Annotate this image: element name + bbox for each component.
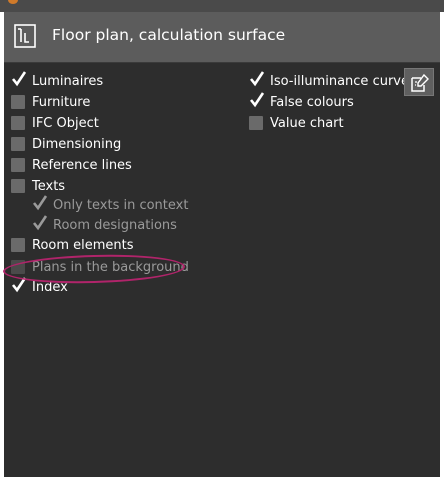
option-room-elements[interactable]: Room elements bbox=[11, 235, 134, 255]
checkmark-icon bbox=[32, 215, 48, 231]
option-label-luminaires: Luminaires bbox=[32, 73, 104, 89]
edit-settings-icon bbox=[411, 73, 429, 92]
option-label-iso-illuminance-curves: Iso-illuminance curves bbox=[270, 73, 416, 89]
option-iso-illuminance-curves[interactable]: Iso-illuminance curves bbox=[249, 71, 416, 91]
checkmark-icon bbox=[11, 71, 27, 87]
edit-settings-button[interactable] bbox=[404, 68, 434, 96]
checkbox-ifc-object[interactable] bbox=[11, 116, 25, 130]
option-texts[interactable]: Texts bbox=[11, 176, 65, 196]
option-reference-lines[interactable]: Reference lines bbox=[11, 155, 132, 175]
option-label-reference-lines: Reference lines bbox=[32, 157, 132, 173]
checkbox-reference-lines[interactable] bbox=[11, 158, 25, 172]
checkmark-icon bbox=[249, 92, 265, 108]
checkbox-iso-illuminance-curves[interactable] bbox=[249, 71, 265, 88]
option-luminaires[interactable]: Luminaires bbox=[11, 71, 103, 91]
checkbox-value-chart[interactable] bbox=[249, 116, 263, 130]
option-label-furniture: Furniture bbox=[32, 94, 91, 110]
panel-title: Floor plan, calculation surface bbox=[52, 26, 286, 44]
checkbox-furniture[interactable] bbox=[11, 95, 25, 109]
option-label-false-colours: False colours bbox=[270, 94, 354, 110]
checkbox-false-colours[interactable] bbox=[249, 92, 265, 109]
checkmark-icon bbox=[32, 195, 48, 211]
option-label-dimensioning: Dimensioning bbox=[32, 136, 122, 152]
checkbox-dimensioning[interactable] bbox=[11, 137, 25, 151]
floor-plan-icon bbox=[14, 24, 36, 48]
panel-header: Floor plan, calculation surface bbox=[4, 12, 440, 63]
checkbox-room-designations[interactable] bbox=[32, 215, 48, 232]
option-dimensioning[interactable]: Dimensioning bbox=[11, 134, 121, 154]
option-ifc-object[interactable]: IFC Object bbox=[11, 113, 99, 133]
checkmark-icon bbox=[249, 71, 265, 87]
option-label-value-chart: Value chart bbox=[270, 115, 344, 131]
option-label-room-elements: Room elements bbox=[32, 237, 134, 253]
window-accent-mark bbox=[8, 0, 18, 4]
window-top-strip bbox=[0, 0, 444, 12]
checkbox-room-elements[interactable] bbox=[11, 238, 25, 252]
checkbox-index[interactable] bbox=[11, 277, 27, 294]
option-room-designations[interactable]: Room designations bbox=[32, 215, 177, 235]
checkbox-luminaires[interactable] bbox=[11, 71, 27, 88]
option-only-texts-in-context[interactable]: Only texts in context bbox=[32, 195, 188, 215]
checkbox-only-texts-in-context[interactable] bbox=[32, 195, 48, 212]
checkbox-texts[interactable] bbox=[11, 179, 25, 193]
option-label-only-texts-in-context: Only texts in context bbox=[53, 197, 189, 213]
option-value-chart[interactable]: Value chart bbox=[249, 113, 344, 133]
option-furniture[interactable]: Furniture bbox=[11, 92, 90, 112]
option-label-texts: Texts bbox=[32, 178, 66, 194]
option-label-ifc-object: IFC Object bbox=[32, 115, 99, 131]
option-label-room-designations: Room designations bbox=[53, 217, 177, 233]
option-false-colours[interactable]: False colours bbox=[249, 92, 354, 112]
